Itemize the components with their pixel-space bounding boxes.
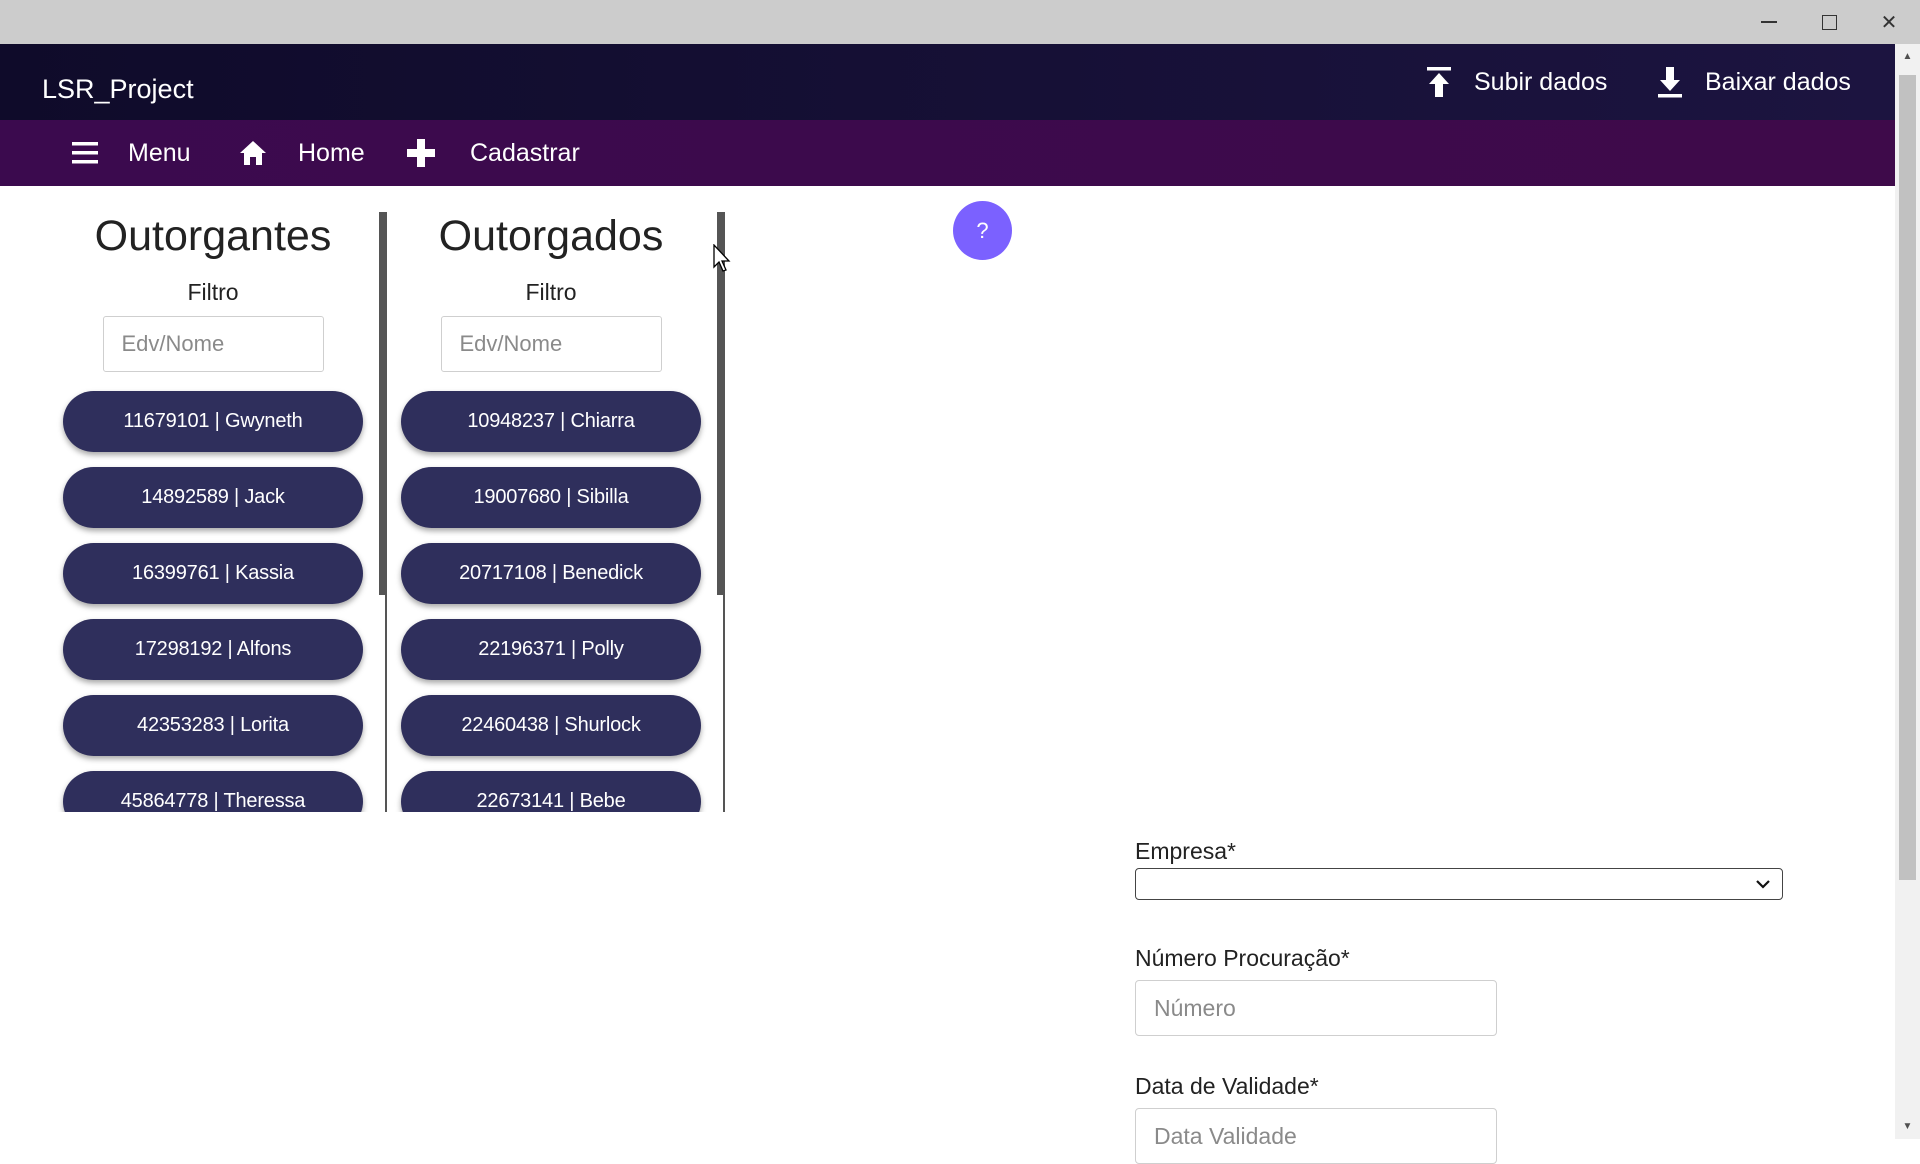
help-button[interactable]: ? <box>953 201 1012 260</box>
mouse-cursor-icon <box>713 244 731 272</box>
minimize-button[interactable] <box>1740 0 1798 44</box>
maximize-button[interactable] <box>1800 0 1858 44</box>
nav-menu-button[interactable]: Menu <box>70 120 191 186</box>
outorgante-item[interactable]: 11679101 | Gwyneth <box>63 391 363 452</box>
outorgados-filter-input[interactable] <box>440 316 662 372</box>
outorgantes-filter-input[interactable] <box>102 316 324 372</box>
outorgados-divider <box>723 212 725 812</box>
scroll-up-arrow-icon[interactable]: ▲ <box>1899 48 1916 65</box>
empresa-group: Empresa* <box>1135 834 1783 900</box>
data-validade-input[interactable] <box>1135 1108 1497 1164</box>
nav-menu-label: Menu <box>128 138 191 167</box>
outorgado-item[interactable]: 22196371 | Polly <box>401 619 701 680</box>
outorgados-list: 10948237 | Chiarra 19007680 | Sibilla 20… <box>401 391 701 812</box>
data-validade-group: Data de Validade* <box>1135 1069 1497 1164</box>
help-icon: ? <box>976 217 989 243</box>
nav-home-label: Home <box>298 138 365 167</box>
minimize-icon <box>1761 21 1777 23</box>
numero-label: Número Procuração* <box>1135 945 1350 971</box>
plus-icon <box>407 139 435 167</box>
numero-group: Número Procuração* <box>1135 941 1497 1036</box>
outorgado-item[interactable]: 22460438 | Shurlock <box>401 695 701 756</box>
download-data-button[interactable]: Baixar dados <box>1655 58 1851 106</box>
upload-data-label: Subir dados <box>1474 67 1608 96</box>
upload-icon <box>1427 67 1451 97</box>
nav-register-button[interactable]: Cadastrar <box>406 120 580 186</box>
outorgante-item[interactable]: 45864778 | Theressa <box>63 771 363 812</box>
scroll-down-arrow-icon[interactable]: ▼ <box>1899 1118 1916 1135</box>
outorgados-title: Outorgados <box>438 212 664 260</box>
close-button[interactable]: ✕ <box>1860 0 1918 44</box>
outorgantes-title: Outorgantes <box>94 212 332 260</box>
home-icon <box>240 141 266 165</box>
page-scrollbar-thumb[interactable] <box>1899 75 1916 880</box>
outorgantes-panel: Outorgantes Filtro 11679101 | Gwyneth 14… <box>44 212 382 812</box>
empresa-label: Empresa* <box>1135 838 1236 864</box>
outorgados-filter-label: Filtro <box>525 279 577 305</box>
chevron-down-icon <box>1756 880 1770 889</box>
outorgante-item[interactable]: 17298192 | Alfons <box>63 619 363 680</box>
download-data-label: Baixar dados <box>1705 67 1851 96</box>
app-title: LSR_Project <box>42 74 194 104</box>
numero-input[interactable] <box>1135 980 1497 1036</box>
nav-home-button[interactable]: Home <box>238 120 365 186</box>
outorgantes-filter-label: Filtro <box>187 279 239 305</box>
nav-bar: Menu Home Cadastrar <box>0 120 1895 186</box>
download-icon <box>1658 67 1682 98</box>
outorgados-panel: Outorgados Filtro 10948237 | Chiarra 190… <box>382 212 720 812</box>
outorgante-item[interactable]: 16399761 | Kassia <box>63 543 363 604</box>
nav-register-label: Cadastrar <box>470 138 580 167</box>
outorgante-item[interactable]: 14892589 | Jack <box>63 467 363 528</box>
outorgado-item[interactable]: 20717108 | Benedick <box>401 543 701 604</box>
data-validade-label: Data de Validade* <box>1135 1073 1319 1099</box>
empresa-select[interactable] <box>1135 868 1783 900</box>
app-header: LSR_Project Subir dados Baixar dados <box>0 44 1895 120</box>
close-icon: ✕ <box>1880 11 1898 34</box>
maximize-icon <box>1821 14 1837 30</box>
outorgado-item[interactable]: 22673141 | Bebe <box>401 771 701 812</box>
outorgado-item[interactable]: 10948237 | Chiarra <box>401 391 701 452</box>
outorgantes-list: 11679101 | Gwyneth 14892589 | Jack 16399… <box>63 391 363 812</box>
hamburger-icon <box>72 142 98 164</box>
outorgante-item[interactable]: 42353283 | Lorita <box>63 695 363 756</box>
outorgado-item[interactable]: 19007680 | Sibilla <box>401 467 701 528</box>
upload-data-button[interactable]: Subir dados <box>1424 58 1607 106</box>
window-titlebar: ✕ <box>0 0 1920 44</box>
